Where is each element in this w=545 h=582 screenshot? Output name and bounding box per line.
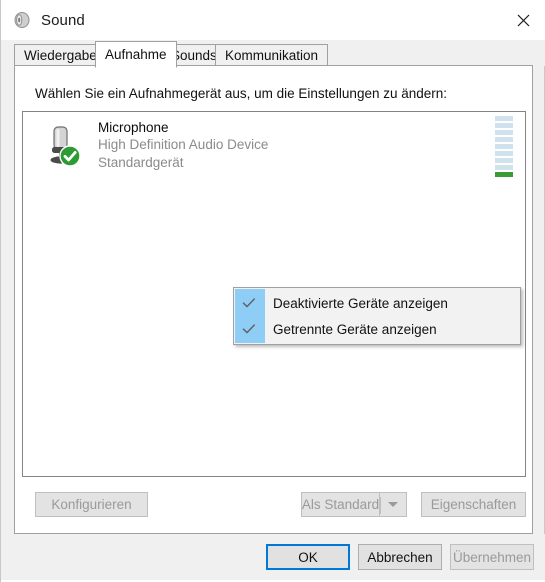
configure-button[interactable]: Konfigurieren (35, 492, 148, 517)
checkmark-icon (234, 323, 264, 335)
meter-segment (495, 165, 513, 170)
separator (380, 497, 381, 514)
set-default-dropdown-button[interactable] (379, 492, 407, 517)
meter-segment (495, 116, 513, 121)
tab-label: Sounds (171, 48, 217, 63)
meter-segment (495, 123, 513, 128)
checkmark-icon (234, 297, 264, 309)
ok-button[interactable]: OK (266, 544, 350, 570)
command-button-row: OK Abbrechen Übernehmen (1, 534, 545, 582)
tab-wiedergabe[interactable]: Wiedergabe (14, 44, 107, 67)
tab-label: Aufnahme (105, 47, 167, 62)
tab-label: Wiedergabe (24, 48, 97, 63)
menu-item-show-disabled-devices[interactable]: Deaktivierte Geräte anzeigen (234, 290, 520, 316)
window-title: Sound (41, 11, 85, 29)
device-name: Microphone (98, 120, 169, 136)
tab-panel-aufnahme: Wählen Sie ein Aufnahmegerät aus, um die… (14, 66, 533, 534)
set-default-button[interactable]: Als Standard (301, 492, 379, 517)
meter-segment (495, 144, 513, 149)
level-meter (495, 116, 513, 177)
list-item[interactable]: Microphone High Definition Audio Device … (23, 112, 525, 178)
tab-strip: Wiedergabe Aufnahme Sounds Kommunikation (1, 40, 545, 68)
meter-segment (495, 158, 513, 163)
title-bar: Sound (1, 0, 545, 40)
button-label: OK (298, 549, 318, 565)
context-menu: Deaktivierte Geräte anzeigen Getrennte G… (233, 287, 521, 345)
sound-dialog: Sound Wiedergabe Aufnahme Sounds Kommuni… (0, 0, 545, 582)
button-label: Konfigurieren (51, 497, 132, 512)
button-label: Übernehmen (452, 549, 532, 565)
chevron-down-icon (388, 502, 398, 507)
device-text-block: Microphone High Definition Audio Device … (98, 119, 268, 171)
menu-item-show-disconnected-devices[interactable]: Getrennte Geräte anzeigen (234, 316, 520, 342)
meter-segment-active (495, 172, 513, 177)
tab-label: Kommunikation (225, 48, 319, 63)
microphone-icon (37, 121, 85, 169)
meter-segment (495, 151, 513, 156)
menu-item-label: Getrennte Geräte anzeigen (273, 321, 437, 337)
menu-item-label: Deaktivierte Geräte anzeigen (273, 295, 448, 311)
speaker-icon (13, 11, 31, 29)
button-label: Abbrechen (367, 549, 433, 565)
tab-panel-top-border (14, 65, 533, 66)
button-label: Als Standard (301, 497, 380, 512)
tab-kommunikation[interactable]: Kommunikation (215, 44, 329, 67)
meter-segment (495, 137, 513, 142)
meter-segment (495, 130, 513, 135)
tab-aufnahme[interactable]: Aufnahme (95, 41, 177, 68)
close-icon[interactable] (500, 0, 545, 40)
apply-button[interactable]: Übernehmen (450, 544, 534, 570)
device-status: Standardgerät (98, 154, 184, 170)
cancel-button[interactable]: Abbrechen (358, 544, 442, 570)
button-label: Eigenschaften (430, 497, 517, 512)
panel-prompt: Wählen Sie ein Aufnahmegerät aus, um die… (35, 86, 448, 101)
properties-button[interactable]: Eigenschaften (421, 492, 526, 517)
device-driver: High Definition Audio Device (98, 137, 269, 153)
